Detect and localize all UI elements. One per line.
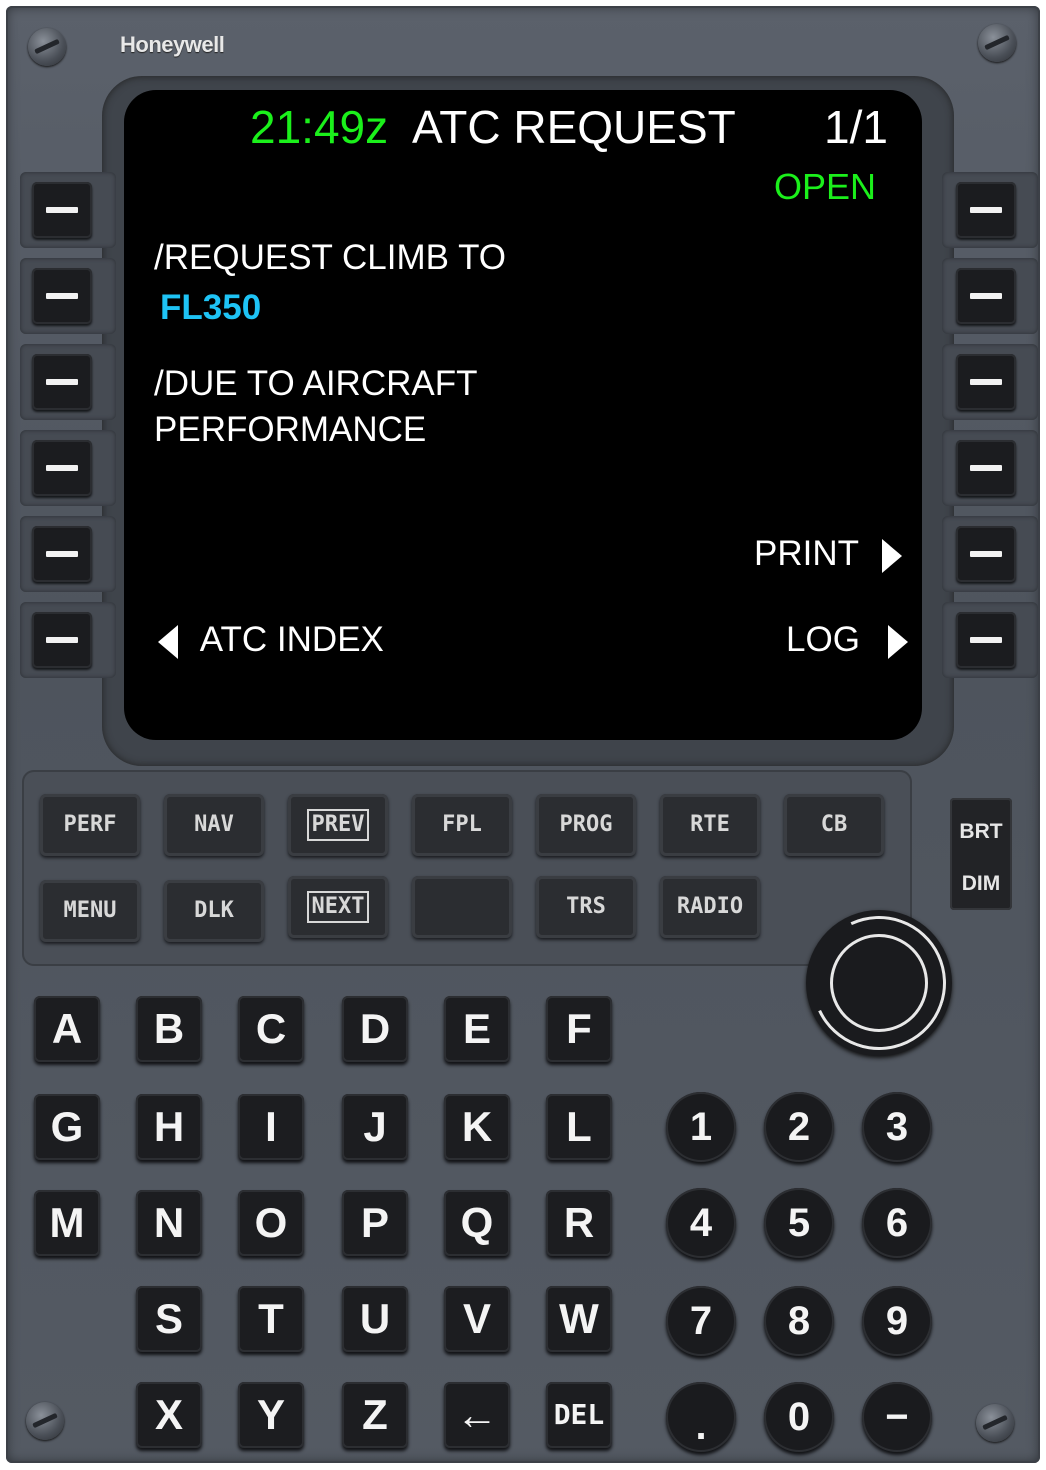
screw-icon — [28, 28, 66, 66]
key-v[interactable]: V — [444, 1286, 510, 1352]
reason-label: /DUE TO AIRCRAFT — [154, 364, 478, 403]
log-label: LOG — [786, 620, 860, 659]
key-4[interactable]: 4 — [666, 1188, 736, 1258]
prev-label: PREV — [306, 809, 370, 841]
print-label: PRINT — [754, 534, 859, 573]
key-k[interactable]: K — [444, 1094, 510, 1160]
cursor-knob[interactable] — [793, 897, 965, 1069]
screw-icon — [26, 1402, 64, 1440]
key-j[interactable]: J — [342, 1094, 408, 1160]
key-8[interactable]: 8 — [764, 1286, 834, 1356]
flight-level-value: FL350 — [160, 288, 262, 327]
perf-key[interactable]: PERF — [40, 794, 140, 856]
menu-key[interactable]: MENU — [40, 880, 140, 942]
key-g[interactable]: G — [34, 1094, 100, 1160]
key-p[interactable]: P — [342, 1190, 408, 1256]
request-label: /REQUEST CLIMB TO — [154, 238, 507, 277]
key-r[interactable]: R — [546, 1190, 612, 1256]
key-b[interactable]: B — [136, 996, 202, 1062]
key-q[interactable]: Q — [444, 1190, 510, 1256]
key-c[interactable]: C — [238, 996, 304, 1062]
key-s[interactable]: S — [136, 1286, 202, 1352]
status-open: OPEN — [774, 166, 877, 207]
backspace-key[interactable]: ← — [444, 1382, 510, 1448]
key-minus[interactable]: − — [862, 1382, 932, 1452]
page-number: 1/1 — [824, 101, 888, 153]
key-6[interactable]: 6 — [862, 1188, 932, 1258]
key-9[interactable]: 9 — [862, 1286, 932, 1356]
key-w[interactable]: W — [546, 1286, 612, 1352]
key-0[interactable]: 0 — [764, 1382, 834, 1452]
dim-button[interactable]: DIM — [950, 872, 1012, 896]
lsk-right-5[interactable] — [956, 526, 1016, 582]
key-decimal[interactable]: . — [666, 1382, 736, 1452]
lsk-left-1[interactable] — [32, 182, 92, 238]
lsk-left-4[interactable] — [32, 440, 92, 496]
key-u[interactable]: U — [342, 1286, 408, 1352]
key-l[interactable]: L — [546, 1094, 612, 1160]
prev-key[interactable]: PREV — [288, 794, 388, 856]
brand-logo: Honeywell — [120, 32, 225, 57]
key-1[interactable]: 1 — [666, 1092, 736, 1162]
key-d[interactable]: D — [342, 996, 408, 1062]
key-x[interactable]: X — [136, 1382, 202, 1448]
brightness-rocker: BRT DIM — [950, 798, 1012, 910]
clock: 21:49z — [250, 101, 389, 153]
knob-inner-ring — [830, 934, 928, 1032]
lsk-left-5[interactable] — [32, 526, 92, 582]
key-m[interactable]: M — [34, 1190, 100, 1256]
page-title: ATC REQUEST — [412, 101, 736, 153]
nav-key[interactable]: NAV — [164, 794, 264, 856]
atc-index-label: ATC INDEX — [199, 620, 384, 659]
next-key[interactable]: NEXT — [288, 876, 388, 938]
key-o[interactable]: O — [238, 1190, 304, 1256]
key-a[interactable]: A — [34, 996, 100, 1062]
cb-key[interactable]: CB — [784, 794, 884, 856]
lsk-left-6[interactable] — [32, 612, 92, 668]
atc-index-prompt[interactable]: ATC INDEX — [158, 620, 384, 660]
prog-key[interactable]: PROG — [536, 794, 636, 856]
arrow-right-icon — [887, 624, 908, 659]
radio-key[interactable]: RADIO — [660, 876, 760, 938]
key-h[interactable]: H — [136, 1094, 202, 1160]
reason-value: PERFORMANCE — [154, 410, 427, 449]
screw-icon — [976, 1404, 1014, 1442]
key-z[interactable]: Z — [342, 1382, 408, 1448]
key-e[interactable]: E — [444, 996, 510, 1062]
fpl-key[interactable]: FPL — [412, 794, 512, 856]
key-2[interactable]: 2 — [764, 1092, 834, 1162]
log-prompt[interactable]: LOG — [786, 620, 908, 660]
arrow-right-icon — [882, 538, 903, 573]
cdu-display: 21:49z ATC REQUEST 1/1 OPEN /REQUEST CLI… — [124, 90, 922, 740]
blank-key[interactable] — [412, 876, 512, 938]
key-y[interactable]: Y — [238, 1382, 304, 1448]
lsk-left-2[interactable] — [32, 268, 92, 324]
next-label: NEXT — [306, 891, 370, 923]
key-i[interactable]: I — [238, 1094, 304, 1160]
print-prompt[interactable]: PRINT — [754, 534, 903, 574]
del-key[interactable]: DEL — [546, 1382, 612, 1448]
lsk-right-2[interactable] — [956, 268, 1016, 324]
key-f[interactable]: F — [546, 996, 612, 1062]
screw-icon — [978, 24, 1016, 62]
arrow-left-icon — [158, 624, 178, 659]
lsk-left-3[interactable] — [32, 354, 92, 410]
key-5[interactable]: 5 — [764, 1188, 834, 1258]
key-3[interactable]: 3 — [862, 1092, 932, 1162]
dlk-key[interactable]: DLK — [164, 880, 264, 942]
rte-key[interactable]: RTE — [660, 794, 760, 856]
key-t[interactable]: T — [238, 1286, 304, 1352]
lsk-right-6[interactable] — [956, 612, 1016, 668]
lsk-right-4[interactable] — [956, 440, 1016, 496]
brt-button[interactable]: BRT — [950, 820, 1012, 844]
key-n[interactable]: N — [136, 1190, 202, 1256]
lsk-right-1[interactable] — [956, 182, 1016, 238]
lsk-right-3[interactable] — [956, 354, 1016, 410]
key-7[interactable]: 7 — [666, 1286, 736, 1356]
trs-key[interactable]: TRS — [536, 876, 636, 938]
